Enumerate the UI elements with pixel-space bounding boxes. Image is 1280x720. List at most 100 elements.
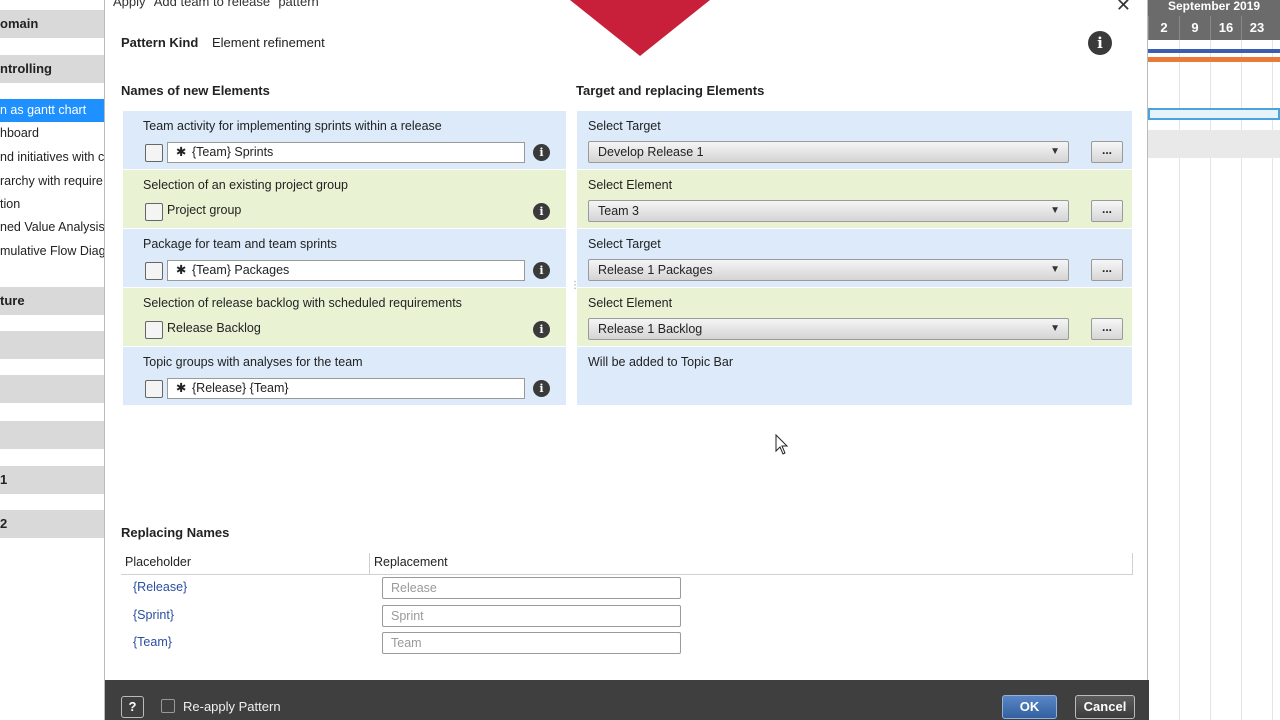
gantt-month: September 2019 [1148, 0, 1280, 16]
sidebar-section[interactable]: ture [0, 287, 104, 315]
target-dropdown-value: Develop Release 1 [598, 145, 704, 159]
element-name-static: Release Backlog [167, 321, 261, 335]
column-header-replacement: Replacement [374, 555, 448, 569]
sidebar-section[interactable] [0, 421, 104, 449]
replacement-input[interactable]: Sprint [382, 605, 681, 627]
row-description: Team activity for implementing sprints w… [143, 119, 442, 133]
row-description: Topic groups with analyses for the team [143, 355, 363, 369]
column-divider [369, 553, 370, 575]
sidebar-item[interactable]: ned Value Analysis [0, 216, 104, 239]
dialog-footer: ? Re-apply Pattern OK Cancel [105, 680, 1149, 720]
info-icon[interactable]: i [533, 203, 550, 220]
topic-bar-note: Will be added to Topic Bar [588, 355, 733, 369]
required-star-icon: ✱ [176, 381, 187, 395]
browse-button[interactable]: ... [1091, 141, 1123, 163]
names-heading: Names of new Elements [121, 83, 270, 98]
info-icon[interactable]: i [533, 144, 550, 161]
gantt-bar [1148, 57, 1280, 62]
sidebar-section[interactable] [0, 375, 104, 403]
required-star-icon: ✱ [176, 145, 187, 159]
name-row: Selection of an existing project group Pr… [123, 170, 566, 228]
column-divider-end [1132, 553, 1133, 575]
mouse-cursor-icon [775, 434, 789, 455]
targets-heading: Target and replacing Elements [576, 83, 765, 98]
element-name-value: {Team} Sprints [192, 145, 274, 159]
browse-button[interactable]: ... [1091, 318, 1123, 340]
close-icon[interactable]: ✕ [1116, 0, 1131, 16]
info-icon[interactable]: i [533, 262, 550, 279]
gantt-day: 9 [1179, 16, 1210, 40]
replacement-input[interactable]: Team [382, 632, 681, 654]
reapply-checkbox[interactable] [161, 699, 175, 713]
target-row: Select Target Release 1 Packages ▼... [577, 229, 1132, 287]
gantt-row-shade [1148, 130, 1280, 158]
sidebar-section[interactable]: ntrolling [0, 55, 104, 83]
chevron-down-icon: ▼ [1050, 205, 1060, 216]
sidebar-section[interactable]: omain [0, 10, 104, 38]
sidebar-section[interactable]: 2 [0, 510, 104, 538]
package-icon [145, 262, 163, 280]
browse-button[interactable]: ... [1091, 200, 1123, 222]
target-row: Select Element Release 1 Backlog ▼... [577, 288, 1132, 346]
background-sidebar: omain ntrolling n as gantt chart hboard nd i… [0, 0, 104, 720]
placeholder-name: {Team} [133, 635, 172, 649]
sidebar-item[interactable]: hboard [0, 122, 104, 145]
placeholder-name: {Sprint} [133, 608, 175, 622]
name-row: Package for team and team sprints ✱ {Team}… [123, 229, 566, 287]
target-dropdown[interactable]: Develop Release 1 ▼ [588, 141, 1069, 163]
element-name-input[interactable]: ✱ {Release} {Team} [167, 378, 525, 399]
target-dropdown[interactable]: Release 1 Backlog ▼ [588, 318, 1069, 340]
sidebar-section[interactable]: 1 [0, 466, 104, 494]
background-gantt: September 2019 2 9 16 23 [1148, 0, 1280, 720]
target-label: Select Target [588, 119, 661, 133]
help-button[interactable]: ? [121, 696, 144, 718]
apply-pattern-dialog: Apply "Add team to release" pattern ✕ Pa… [104, 0, 1149, 720]
row-description: Selection of release backlog with schedu… [143, 296, 462, 310]
info-icon[interactable]: i [533, 380, 550, 397]
project-group-icon [145, 203, 163, 221]
column-header-placeholder: Placeholder [125, 555, 192, 569]
ok-button[interactable]: OK [1002, 695, 1057, 719]
element-name-value: {Release} {Team} [192, 381, 289, 395]
replacing-table-header: Placeholder Replacement [121, 553, 1133, 575]
replacement-input[interactable]: Release [382, 577, 681, 599]
dialog-title: Apply "Add team to release" pattern [113, 0, 319, 9]
sidebar-item[interactable]: n as gantt chart [0, 99, 104, 122]
browse-button[interactable]: ... [1091, 259, 1123, 281]
element-name-input[interactable]: ✱ {Team} Packages [167, 260, 525, 281]
row-description: Selection of an existing project group [143, 178, 348, 192]
row-description: Package for team and team sprints [143, 237, 337, 251]
required-star-icon: ✱ [176, 263, 187, 277]
gantt-bar-selected [1148, 108, 1280, 120]
target-dropdown[interactable]: Release 1 Packages ▼ [588, 259, 1069, 281]
red-marker [570, 0, 710, 56]
gantt-day: 16 [1210, 16, 1241, 40]
pattern-kind-value: Element refinement [212, 35, 325, 50]
cancel-button[interactable]: Cancel [1075, 695, 1135, 719]
info-icon[interactable]: i [1088, 31, 1112, 55]
placeholder-name: {Release} [133, 580, 188, 594]
sidebar-item[interactable]: mulative Flow Diag [0, 240, 104, 263]
info-icon[interactable]: i [533, 321, 550, 338]
sidebar-item[interactable]: tion [0, 193, 104, 216]
element-name-static: Project group [167, 203, 242, 217]
gantt-day: 2 [1148, 16, 1179, 40]
chevron-down-icon: ▼ [1050, 146, 1060, 157]
element-name-input[interactable]: ✱ {Team} Sprints [167, 142, 525, 163]
splitter-handle[interactable]: ⋮ [570, 281, 580, 301]
target-label: Select Element [588, 296, 673, 310]
sidebar-section[interactable] [0, 331, 104, 359]
name-row: Selection of release backlog with schedu… [123, 288, 566, 346]
gantt-day-row: 2 9 16 23 [1148, 16, 1280, 40]
target-label: Select Element [588, 178, 673, 192]
chevron-down-icon: ▼ [1050, 323, 1060, 334]
gantt-bar [1148, 49, 1280, 53]
sidebar-item[interactable]: rarchy with require [0, 170, 104, 193]
target-dropdown[interactable]: Team 3 ▼ [588, 200, 1069, 222]
target-row: Select Element Team 3 ▼... [577, 170, 1132, 228]
element-name-value: {Team} Packages [192, 263, 290, 277]
sidebar-item[interactable]: nd initiatives with c [0, 146, 104, 169]
target-row: Select Target Develop Release 1 ▼... [577, 111, 1132, 169]
replacing-names-heading: Replacing Names [121, 525, 230, 540]
gantt-day: 23 [1241, 16, 1272, 40]
